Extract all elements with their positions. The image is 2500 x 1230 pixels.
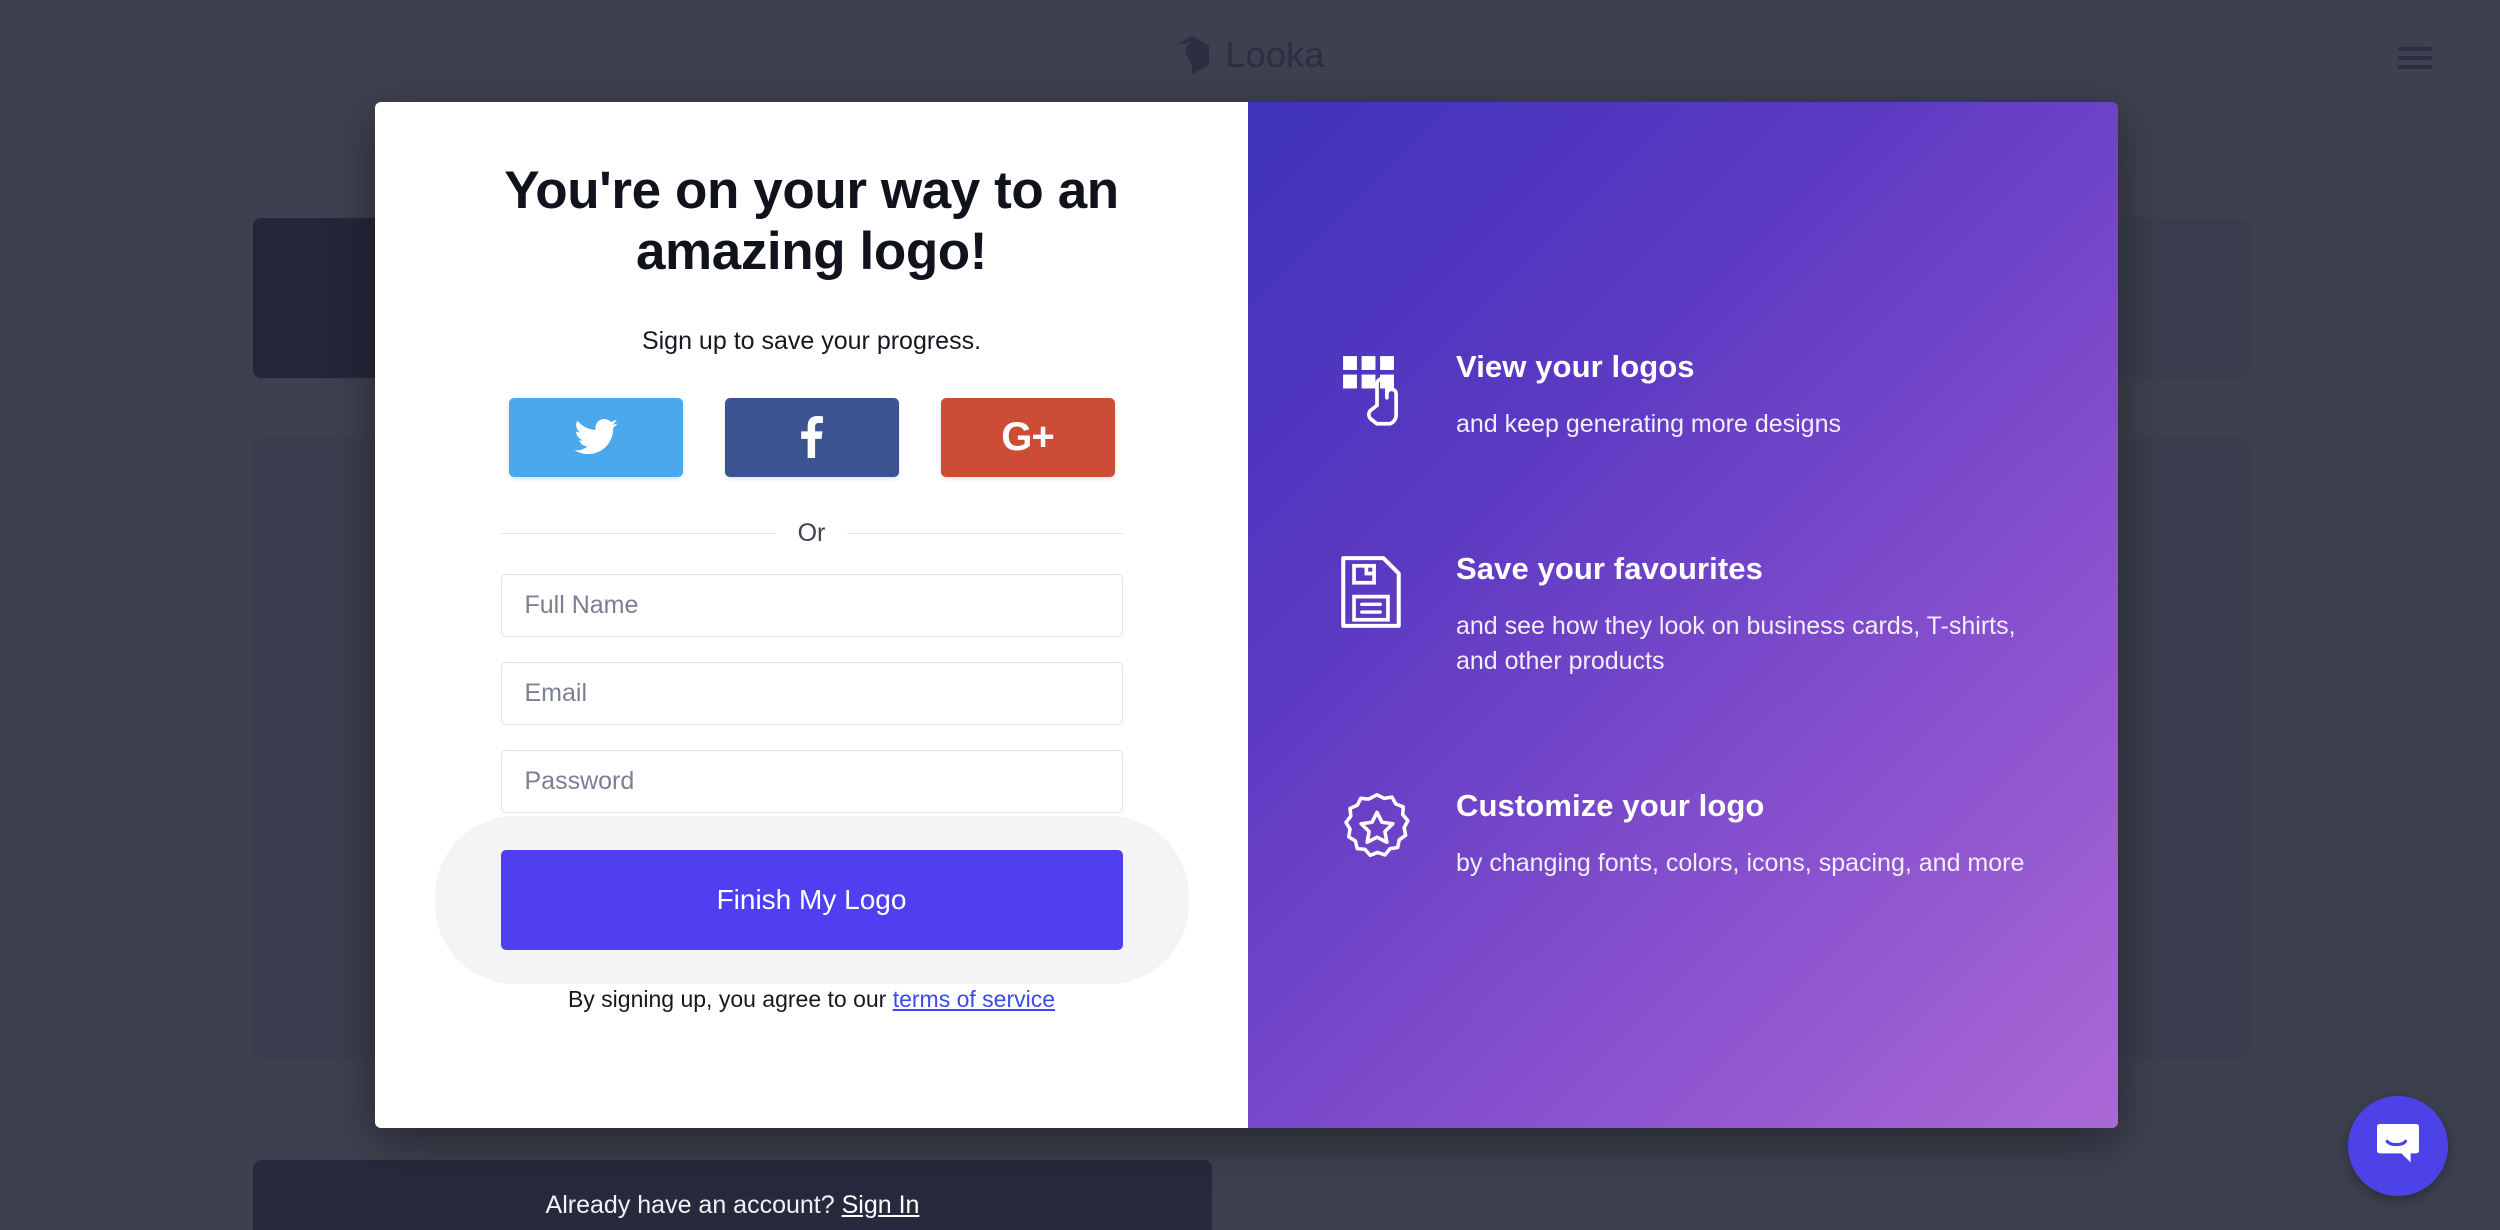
feature-text: View your logos and keep generating more… bbox=[1456, 349, 1841, 443]
feature-view-your-logos: View your logos and keep generating more… bbox=[1340, 349, 2118, 443]
feature-title: Customize your logo bbox=[1456, 787, 1765, 823]
top-bar: Looka bbox=[0, 0, 2500, 110]
google-plus-login-button[interactable]: G+ bbox=[940, 397, 1115, 477]
terms-text: By signing up, you agree to our terms of… bbox=[568, 986, 1055, 1013]
twitter-login-button[interactable] bbox=[508, 397, 683, 477]
feature-description: by changing fonts, colors, icons, spacin… bbox=[1456, 848, 2025, 877]
facebook-login-button[interactable] bbox=[724, 397, 899, 477]
star-badge-icon bbox=[1340, 788, 1414, 866]
terms-prefix: By signing up, you agree to our bbox=[567, 985, 893, 1012]
terms-of-service-link[interactable]: terms of service bbox=[893, 986, 1055, 1012]
signup-modal: You're on your way to an amazing logo! S… bbox=[375, 102, 2118, 1128]
cta-area: Finish My Logo bbox=[434, 815, 1189, 984]
divider-label: Or bbox=[797, 518, 826, 547]
signup-form-panel: You're on your way to an amazing logo! S… bbox=[375, 102, 1248, 1128]
signin-prompt: Already have an account? Sign In bbox=[546, 1191, 920, 1220]
feature-description: and keep generating more designs bbox=[1456, 410, 1841, 438]
intercom-chat-button[interactable] bbox=[2348, 1096, 2448, 1196]
brand-name: Looka bbox=[1225, 34, 1325, 75]
finish-my-logo-button[interactable]: Finish My Logo bbox=[500, 849, 1123, 950]
intercom-chat-icon bbox=[2373, 1119, 2423, 1174]
subtitle: Sign up to save your progress. bbox=[641, 326, 982, 355]
divider: Or bbox=[500, 518, 1123, 548]
sign-in-link[interactable]: Sign In bbox=[842, 1191, 920, 1219]
signin-bar: Already have an account? Sign In bbox=[253, 1160, 1212, 1230]
grid-pointer-icon bbox=[1340, 349, 1414, 427]
signup-form bbox=[500, 573, 1123, 813]
email-input[interactable] bbox=[500, 661, 1123, 725]
feature-title: Save your favourites bbox=[1456, 550, 1763, 586]
brand-logo[interactable]: Looka bbox=[1175, 34, 1324, 76]
feature-save-your-favourites: Save your favourites and see how they lo… bbox=[1340, 551, 2118, 680]
full-name-input[interactable] bbox=[500, 573, 1123, 637]
feature-customize-your-logo: Customize your logo by changing fonts, c… bbox=[1340, 788, 2118, 882]
save-floppy-icon bbox=[1340, 551, 1414, 629]
divider-line bbox=[847, 532, 1123, 534]
twitter-bird-icon bbox=[573, 419, 618, 455]
looka-hexagon-logo-icon bbox=[1175, 36, 1210, 74]
feature-text: Customize your logo by changing fonts, c… bbox=[1456, 788, 2024, 882]
social-login-row: G+ bbox=[508, 397, 1115, 477]
signin-prompt-text: Already have an account? bbox=[545, 1190, 842, 1219]
facebook-f-icon bbox=[800, 416, 823, 459]
password-input[interactable] bbox=[500, 749, 1123, 813]
features-panel: View your logos and keep generating more… bbox=[1248, 102, 2118, 1128]
divider-line bbox=[500, 532, 776, 534]
feature-description: and see how they look on business cards,… bbox=[1456, 611, 2016, 676]
google-plus-icon: G+ bbox=[1001, 415, 1054, 460]
feature-text: Save your favourites and see how they lo… bbox=[1456, 551, 2056, 680]
feature-title: View your logos bbox=[1456, 349, 1695, 384]
page-title: You're on your way to an amazing logo! bbox=[504, 161, 1119, 282]
